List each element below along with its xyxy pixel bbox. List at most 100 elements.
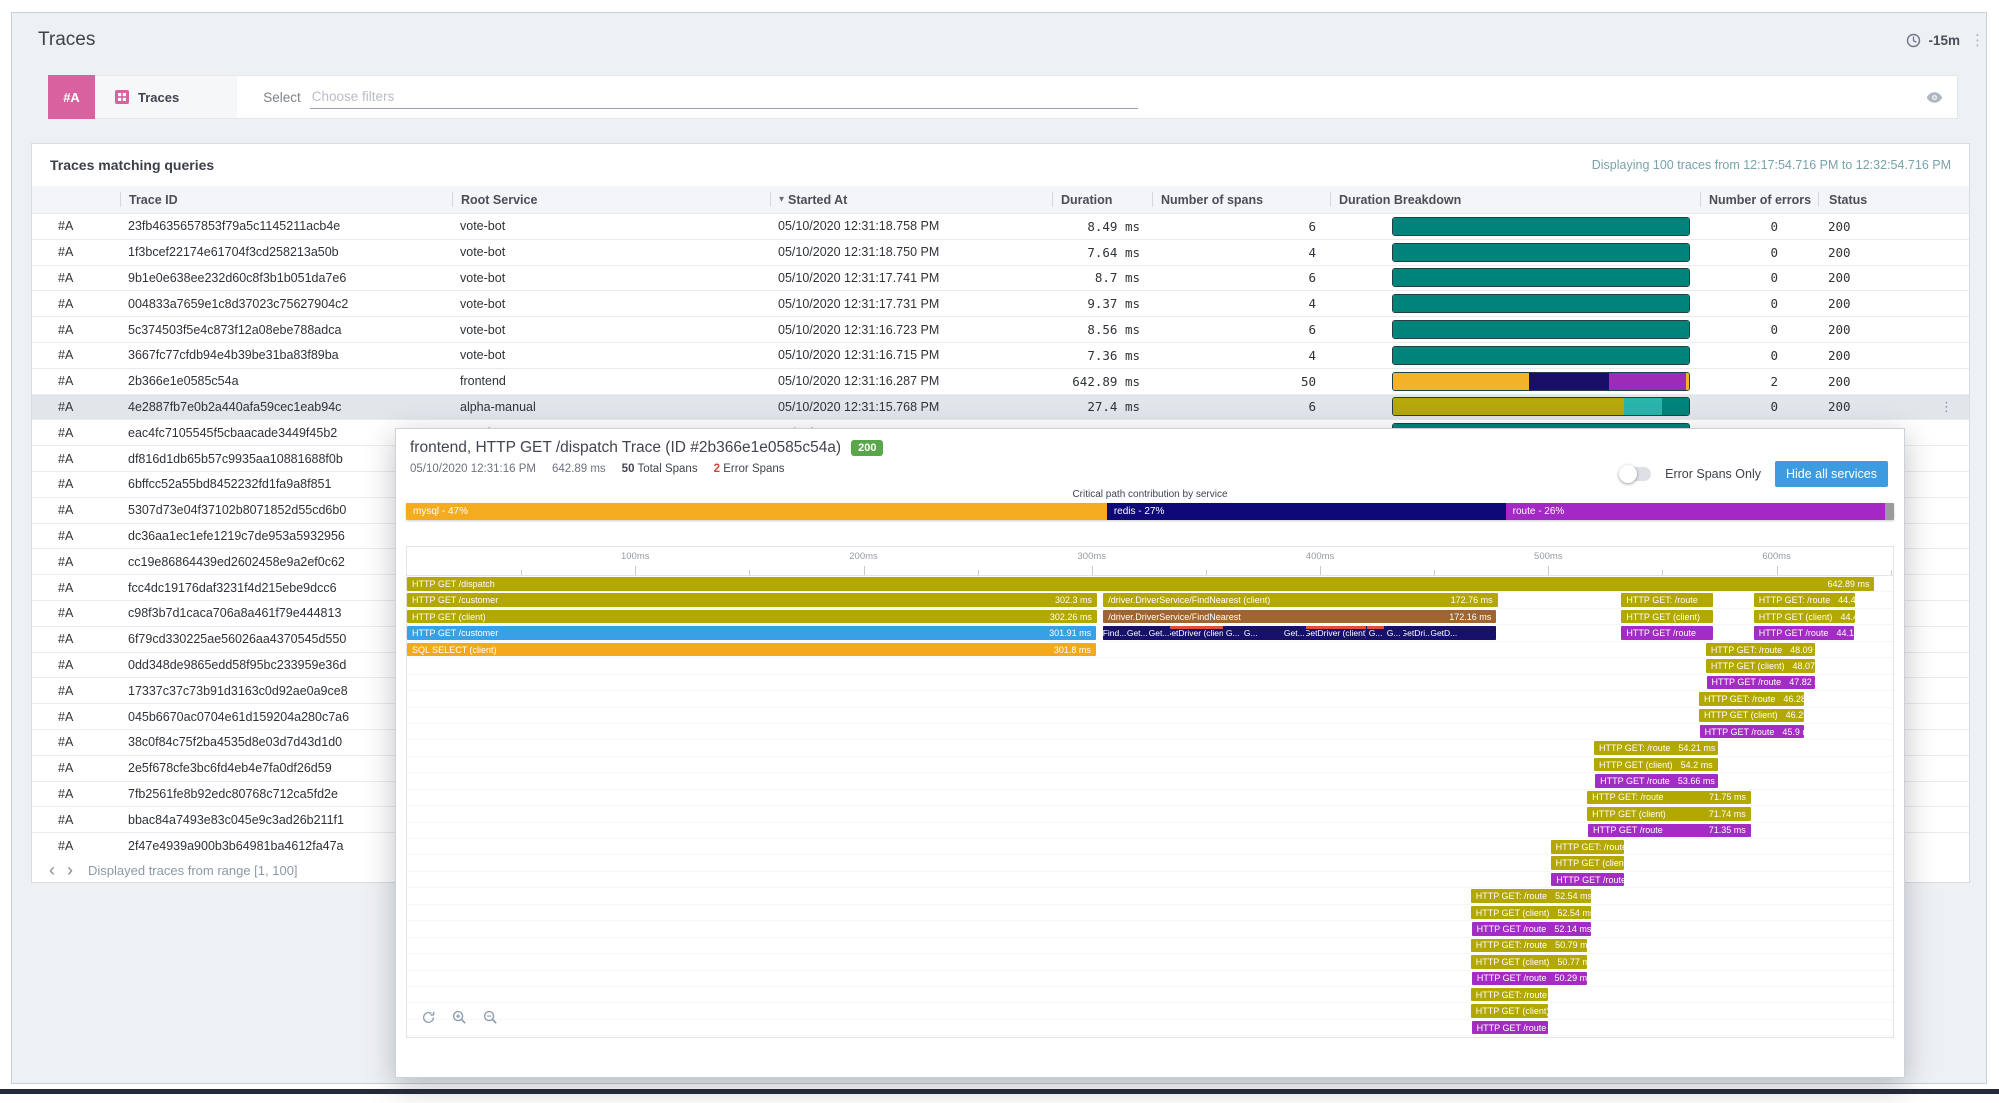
- span-segment[interactable]: Find...: [1103, 626, 1126, 640]
- axis-tick: [1092, 566, 1093, 575]
- span-bar[interactable]: HTTP GET /customer302.3 ms: [407, 593, 1097, 607]
- critical-path-segment: mysql - 47%: [406, 503, 1107, 520]
- span-bar[interactable]: HTTP GET /route: [1621, 626, 1712, 640]
- duration-breakdown-bar: [1392, 294, 1690, 313]
- column-header[interactable]: Status: [1818, 192, 1908, 207]
- time-range-button[interactable]: -15m: [1928, 33, 1960, 48]
- span-segment[interactable]: Get...: [1284, 626, 1305, 640]
- reset-icon[interactable]: [421, 1010, 436, 1025]
- kebab-icon[interactable]: ⋮: [1908, 399, 1969, 415]
- span-bar[interactable]: HTTP GET (client)54.2 ms: [1594, 758, 1718, 772]
- span-segment[interactable]: Get...: [1149, 626, 1170, 640]
- column-header[interactable]: Trace ID: [120, 192, 452, 207]
- span-bar[interactable]: /driver.DriverService/FindNearest (clien…: [1103, 593, 1497, 607]
- panel-tab-traces[interactable]: Traces: [95, 76, 237, 118]
- span-segment[interactable]: GetDriver (client): [1306, 626, 1366, 640]
- span-bar[interactable]: HTTP GET (client)71.74 ms: [1587, 807, 1751, 821]
- span-bar[interactable]: HTTP GET: /route: [1621, 593, 1712, 607]
- zoom-in-icon[interactable]: [452, 1010, 467, 1025]
- span-bar[interactable]: HTTP GET /route52.14 ms: [1472, 922, 1591, 936]
- span-bar[interactable]: HTTP GET: /route: [1471, 988, 1549, 1002]
- span-segment[interactable]: G...: [1224, 626, 1241, 640]
- span-bar[interactable]: HTTP GET /route44.12 ms: [1754, 626, 1855, 640]
- span-bar[interactable]: HTTP GET /route53.66 ms: [1595, 774, 1718, 788]
- span-segment[interactable]: [1458, 626, 1496, 640]
- span-bar[interactable]: HTTP GET: /route54.21 ms: [1594, 741, 1718, 755]
- span-bar[interactable]: HTTP GET: /route48.09 ms: [1706, 643, 1816, 657]
- span-bar[interactable]: HTTP GET (client): [1621, 610, 1712, 624]
- span-bar[interactable]: HTTP GET (client): [1551, 856, 1624, 870]
- span-bar[interactable]: HTTP GET: /route: [1551, 840, 1624, 854]
- span-duration: 50.29 ms: [1547, 973, 1587, 983]
- span-bar[interactable]: HTTP GET /dispatch642.89 ms: [407, 577, 1874, 591]
- span-bar[interactable]: HTTP GET /route71.35 ms: [1588, 824, 1751, 838]
- span-bar[interactable]: HTTP GET /route: [1551, 873, 1623, 887]
- column-header[interactable]: Duration: [1052, 192, 1152, 207]
- span-bar[interactable]: HTTP GET: /route50.79 ms: [1471, 939, 1587, 953]
- query-badge[interactable]: #A: [48, 75, 95, 119]
- zoom-out-icon[interactable]: [483, 1010, 498, 1025]
- span-bar[interactable]: HTTP GET (client)48.07 ms: [1706, 659, 1816, 673]
- span-bar[interactable]: HTTP GET /route: [1472, 1021, 1549, 1035]
- trace-row[interactable]: #A5c374503f5e4c873f12a08ebe788adcavote-b…: [32, 316, 1969, 342]
- span-duration: 302.3 ms: [1047, 595, 1092, 605]
- span-row: HTTP GET (client)46.25 ms: [407, 708, 1893, 724]
- critical-path-segment: redis - 27%: [1107, 503, 1506, 520]
- span-bar[interactable]: HTTP GET /route45.9 ms: [1700, 725, 1804, 739]
- breakdown-segment: [1393, 269, 1689, 286]
- filter-input[interactable]: Choose filters: [310, 86, 1138, 109]
- span-segment[interactable]: G...: [1242, 626, 1259, 640]
- kebab-icon[interactable]: ⋮: [1970, 31, 1985, 49]
- span-segment[interactable]: Get...: [1127, 626, 1148, 640]
- column-header-label: Number of spans: [1161, 193, 1263, 207]
- span-segment[interactable]: G...: [1367, 626, 1384, 640]
- span-segment[interactable]: GetDriver (client): [1170, 626, 1223, 640]
- span-bar[interactable]: HTTP GET (client)44.47 ms: [1754, 610, 1856, 624]
- span-row: HTTP GET (client)48.07 ms: [407, 658, 1893, 674]
- breakdown-segment: [1393, 321, 1689, 338]
- column-header[interactable]: Root Service: [452, 192, 770, 207]
- hide-all-services-button[interactable]: Hide all services: [1775, 461, 1888, 487]
- trace-row[interactable]: #A23fb4635657853f79a5c1145211acb4evote-b…: [32, 213, 1969, 239]
- chevron-left-icon[interactable]: ‹: [44, 863, 60, 877]
- trace-row[interactable]: #A9b1e0e638ee232d60c8f3b1b051da7e6vote-b…: [32, 265, 1969, 291]
- span-bar[interactable]: HTTP GET (client)302.26 ms: [407, 610, 1097, 624]
- column-header[interactable]: Number of spans: [1152, 192, 1330, 207]
- eye-icon[interactable]: [1926, 91, 1943, 104]
- span-segment[interactable]: GetD...: [1431, 626, 1457, 640]
- span-bar[interactable]: HTTP GET: /route71.75 ms: [1587, 791, 1751, 805]
- span-segment[interactable]: [1260, 626, 1283, 640]
- trace-row[interactable]: #A2b366e1e0585c54afrontend05/10/2020 12:…: [32, 368, 1969, 394]
- span-bar-group[interactable]: Find...Get...Get...GetDriver (client)G..…: [1103, 626, 1496, 640]
- span-bar[interactable]: HTTP GET /route47.82 ms: [1707, 676, 1816, 690]
- span-segment[interactable]: G...: [1385, 626, 1402, 640]
- span-segment[interactable]: GetDri...: [1403, 626, 1429, 640]
- error-spans-toggle[interactable]: [1621, 467, 1651, 481]
- span-bar[interactable]: HTTP GET: /route44.48 ms: [1754, 593, 1856, 607]
- span-bar[interactable]: /driver.DriverService/FindNearest172.16 …: [1103, 610, 1496, 624]
- span-row: HTTP GET /route71.35 ms: [407, 823, 1893, 839]
- span-bar[interactable]: SQL SELECT (client)301.8 ms: [407, 643, 1096, 657]
- duration-breakdown-bar: [1392, 217, 1690, 236]
- span-bar[interactable]: HTTP GET (client)52.54 ms: [1471, 906, 1591, 920]
- span-row: HTTP GET /route45.9 ms: [407, 724, 1893, 740]
- breakdown-segment: [1393, 295, 1689, 312]
- trace-query-hash: #A: [32, 839, 120, 853]
- chevron-right-icon[interactable]: ›: [62, 863, 78, 877]
- trace-row[interactable]: #A3667fc77cfdb94e4b39be31ba83f89bavote-b…: [32, 342, 1969, 368]
- span-bar[interactable]: HTTP GET: /route52.54 ms: [1471, 889, 1591, 903]
- span-bar[interactable]: HTTP GET (client)50.77 ms: [1471, 955, 1587, 969]
- trace-row[interactable]: #A004833a7659e1c8d37023c75627904c2vote-b…: [32, 290, 1969, 316]
- trace-row[interactable]: #A1f3bcef22174e61704f3cd258213a50bvote-b…: [32, 239, 1969, 265]
- span-bar[interactable]: HTTP GET (client): [1471, 1004, 1549, 1018]
- span-duration: 45.9 ms: [1774, 727, 1804, 737]
- column-header[interactable]: [32, 192, 120, 207]
- span-bar[interactable]: HTTP GET /customer301.91 ms: [407, 626, 1096, 640]
- column-header[interactable]: ▾Started At: [770, 192, 1052, 207]
- span-bar[interactable]: HTTP GET (client)46.25 ms: [1699, 709, 1804, 723]
- column-header[interactable]: Number of errors: [1700, 192, 1818, 207]
- trace-row[interactable]: #A4e2887fb7e0b2a440afa59cec1eab94calpha-…: [32, 394, 1969, 420]
- span-bar[interactable]: HTTP GET /route50.29 ms: [1472, 972, 1587, 986]
- column-header[interactable]: Duration Breakdown: [1330, 192, 1700, 207]
- span-bar[interactable]: HTTP GET: /route46.28 ms: [1699, 692, 1804, 706]
